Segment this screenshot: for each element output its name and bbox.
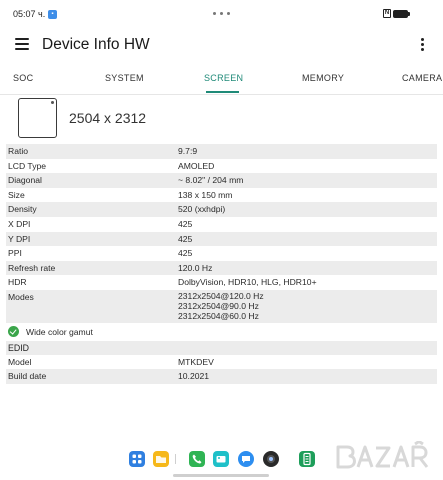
- screen-resolution: 2504 x 2312: [69, 110, 147, 126]
- table-row: Ratio 9.7:9: [6, 144, 437, 159]
- battery-icon: [393, 10, 410, 18]
- row-key: Ratio: [8, 146, 29, 156]
- gallery-icon[interactable]: [213, 451, 229, 467]
- tab-system[interactable]: SYSTEM: [105, 73, 144, 83]
- row-value: 425: [178, 248, 193, 259]
- table-row: Build date 10.2021: [6, 369, 437, 384]
- dock-separator: [175, 454, 176, 464]
- table-row: Diagonal ~ 8.02" / 204 mm: [6, 173, 437, 188]
- row-key: LCD Type: [8, 160, 47, 171]
- apps-icon[interactable]: [129, 451, 145, 467]
- edid-section-header: EDID: [6, 340, 437, 355]
- table-row: Refresh rate 120.0 Hz: [6, 260, 437, 276]
- tab-screen[interactable]: SCREEN: [204, 73, 243, 83]
- row-value: 425: [178, 218, 193, 229]
- multitask-dots-icon[interactable]: [213, 12, 230, 15]
- row-key: PPI: [8, 248, 22, 259]
- notification-icon: ▪: [48, 10, 57, 19]
- row-value: MTKDEV: [178, 356, 214, 367]
- row-key: Build date: [8, 371, 47, 382]
- mode-item: 2312x2504@120.0 Hz: [178, 290, 264, 301]
- app-title: Device Info HW: [42, 36, 150, 53]
- camera-icon[interactable]: [263, 451, 279, 467]
- divider: [0, 94, 443, 95]
- tab-camera[interactable]: CAMERA: [402, 73, 442, 83]
- table-row: Density 520 (xxhdpi): [6, 202, 437, 217]
- watermark-logo: [334, 440, 434, 471]
- files-icon[interactable]: [153, 451, 169, 467]
- row-key: Density: [8, 204, 37, 215]
- row-value: ~ 8.02" / 204 mm: [178, 175, 244, 186]
- table-row-modes: Modes 2312x2504@120.0 Hz 2312x2504@90.0 …: [6, 289, 437, 323]
- messages-icon[interactable]: [238, 451, 254, 467]
- row-value: 520 (xxhdpi): [178, 204, 226, 215]
- tab-bar: SOC SYSTEM SCREEN MEMORY CAMERA: [0, 70, 443, 94]
- tab-soc[interactable]: SOC: [13, 73, 33, 83]
- wide-color-gamut-label: Wide color gamut: [26, 326, 93, 337]
- row-value: 425: [178, 233, 193, 244]
- row-value: 9.7:9: [178, 146, 198, 156]
- table-row: Y DPI 425: [6, 231, 437, 247]
- row-key: Y DPI: [8, 233, 31, 244]
- row-value: DolbyVision, HDR10, HLG, HDR10+: [178, 277, 317, 288]
- row-key: Modes: [8, 291, 34, 302]
- row-value: AMOLED: [178, 160, 215, 171]
- active-tab-indicator: [206, 91, 239, 93]
- row-key: Model: [8, 356, 32, 367]
- row-key: HDR: [8, 277, 27, 288]
- row-key: Diagonal: [8, 175, 42, 186]
- home-indicator[interactable]: [173, 474, 269, 477]
- row-value: 138 x 150 mm: [178, 189, 233, 200]
- row-value: 120.0 Hz: [178, 262, 213, 273]
- app-bar: Device Info HW: [0, 28, 443, 62]
- phone-icon[interactable]: [189, 451, 205, 467]
- table-row: X DPI 425: [6, 217, 437, 232]
- modes-list: 2312x2504@120.0 Hz 2312x2504@90.0 Hz 231…: [178, 290, 437, 323]
- nfc-icon: N: [383, 9, 391, 18]
- table-row: Size 138 x 150 mm: [6, 188, 437, 203]
- table-row: HDR DolbyVision, HDR10, HLG, HDR10+: [6, 275, 437, 290]
- menu-icon[interactable]: [15, 38, 29, 50]
- check-circle-icon: [8, 326, 19, 338]
- status-bar: 05:07 ч. ▪ N: [0, 0, 443, 28]
- row-key: Refresh rate: [8, 262, 56, 273]
- mode-item: 2312x2504@60.0 Hz: [178, 311, 259, 322]
- row-value: 10.2021: [178, 371, 210, 382]
- table-row: LCD Type AMOLED: [6, 159, 437, 174]
- screen-icon: [18, 98, 57, 138]
- wide-color-gamut-row: Wide color gamut: [6, 323, 437, 341]
- tab-memory[interactable]: MEMORY: [302, 73, 344, 83]
- device-info-icon[interactable]: [299, 451, 315, 467]
- status-time: 05:07 ч.: [13, 9, 46, 19]
- screen-info-table: Ratio 9.7:9 LCD Type AMOLED Diagonal ~ 8…: [6, 144, 437, 384]
- more-options-icon[interactable]: [420, 37, 426, 53]
- row-key: X DPI: [8, 218, 31, 229]
- mode-item: 2312x2504@90.0 Hz: [178, 301, 259, 312]
- row-key: Size: [8, 189, 25, 200]
- table-row: PPI 425: [6, 246, 437, 261]
- table-row: Model MTKDEV: [6, 355, 437, 370]
